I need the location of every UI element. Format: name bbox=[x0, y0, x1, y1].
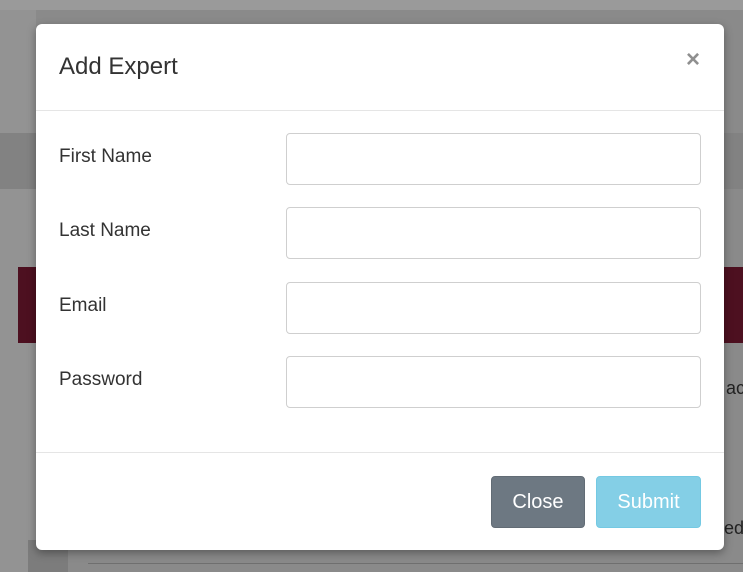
first-name-input[interactable] bbox=[286, 133, 701, 185]
add-expert-modal: Add Expert × First Name Last Name Email … bbox=[36, 24, 724, 550]
first-name-label: First Name bbox=[59, 146, 152, 167]
last-name-label: Last Name bbox=[59, 220, 151, 241]
password-row: Password bbox=[36, 356, 724, 408]
password-label: Password bbox=[59, 369, 143, 390]
first-name-row: First Name bbox=[36, 133, 724, 185]
modal-footer: Close Submit bbox=[36, 452, 724, 551]
background-divider bbox=[88, 563, 743, 564]
background-partial-text: ac bbox=[726, 378, 743, 398]
last-name-input[interactable] bbox=[286, 207, 701, 259]
background-top-bar bbox=[0, 0, 743, 10]
close-button[interactable]: Close bbox=[491, 476, 585, 528]
last-name-row: Last Name bbox=[36, 207, 724, 259]
email-label: Email bbox=[59, 295, 107, 316]
email-input[interactable] bbox=[286, 282, 701, 334]
submit-button[interactable]: Submit bbox=[596, 476, 701, 528]
background-partial-text: ed bbox=[724, 518, 743, 538]
close-icon[interactable]: × bbox=[686, 48, 700, 72]
password-input[interactable] bbox=[286, 356, 701, 408]
modal-header: Add Expert × bbox=[36, 24, 724, 111]
modal-title: Add Expert bbox=[59, 53, 178, 80]
email-row: Email bbox=[36, 282, 724, 334]
